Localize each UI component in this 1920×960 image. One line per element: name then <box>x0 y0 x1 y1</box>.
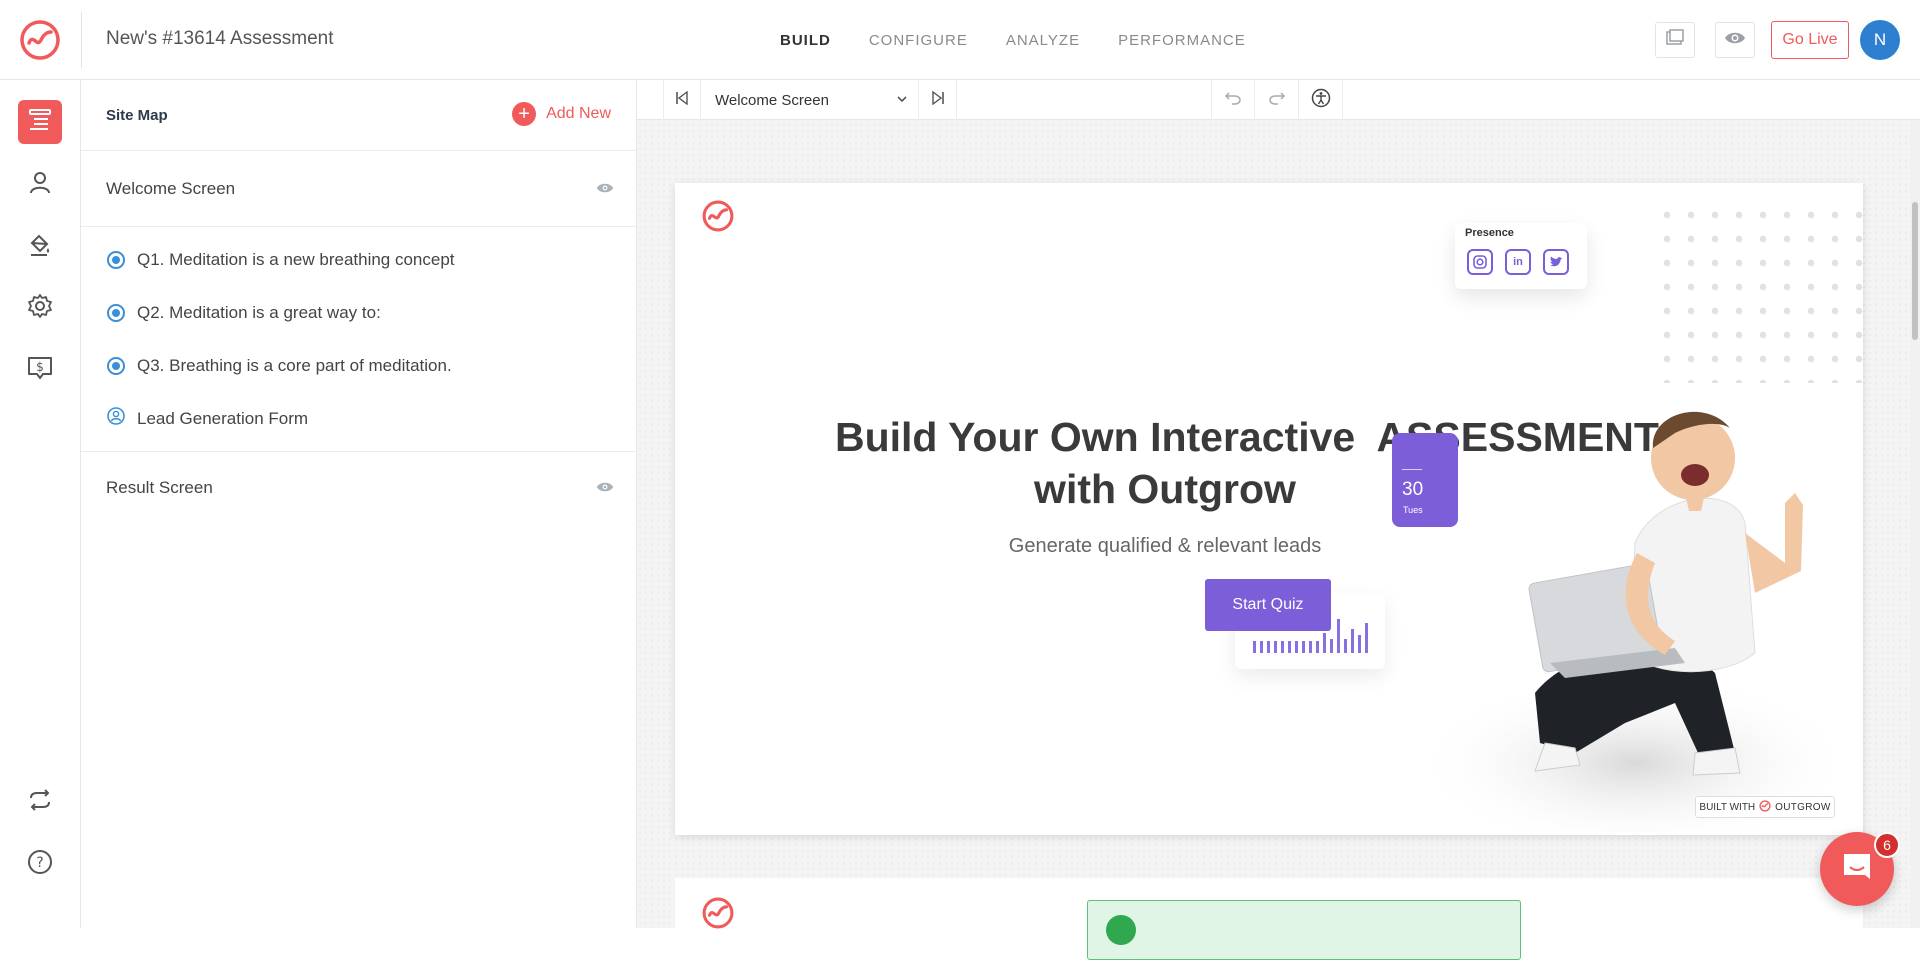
skip-forward-icon <box>931 90 945 110</box>
layout-toggle-button[interactable] <box>1655 22 1695 58</box>
eye-icon <box>1724 30 1746 51</box>
success-message-box <box>1087 900 1521 960</box>
sitemap-item-q2[interactable]: Q2. Meditation is a great way to: <box>81 286 636 339</box>
user-icon <box>27 169 53 200</box>
chat-icon <box>1840 851 1874 888</box>
sync-icon <box>27 787 53 818</box>
go-live-button[interactable]: Go Live <box>1771 21 1849 59</box>
add-new-label: Add New <box>546 105 611 122</box>
question-label: Q2. Meditation is a great way to: <box>137 302 381 322</box>
site-map-title: Site Map <box>106 107 168 124</box>
welcome-screen-preview[interactable]: Presence in Build Your Own Interactive A… <box>675 183 1863 835</box>
help-icon: ? <box>27 849 53 880</box>
paint-bucket-icon <box>27 231 53 262</box>
check-circle-icon <box>1106 915 1136 945</box>
sitemap-item-q3[interactable]: Q3. Breathing is a core part of meditati… <box>81 339 636 392</box>
calendar-divider <box>1402 469 1422 470</box>
pricing-icon: $ <box>27 355 53 386</box>
lead-form-label: Lead Generation Form <box>137 408 309 428</box>
eye-icon[interactable] <box>596 181 614 199</box>
presence-title: Presence <box>1465 227 1514 239</box>
plus-icon: + <box>512 102 537 126</box>
site-map-icon <box>27 107 53 138</box>
preview-subheadline: Generate qualified & relevant leads <box>1008 535 1322 557</box>
rail-help-button[interactable]: ? <box>18 842 62 886</box>
preview-button[interactable] <box>1715 22 1755 58</box>
calendar-day-name: Tues <box>1403 505 1423 515</box>
first-screen-button[interactable] <box>663 80 701 120</box>
built-with-outgrow-badge[interactable]: BUILT WITH OUTGROW <box>1695 796 1835 818</box>
start-quiz-button[interactable]: Start Quiz <box>1205 579 1331 631</box>
skip-back-icon <box>675 90 689 110</box>
accessibility-icon <box>1311 88 1331 113</box>
top-bar: New's #13614 Assessment BUILD CONFIGURE … <box>0 0 1920 80</box>
tab-analyze[interactable]: ANALYZE <box>1006 32 1080 49</box>
eye-icon[interactable] <box>596 480 614 498</box>
tab-performance[interactable]: PERFORMANCE <box>1118 32 1246 49</box>
user-avatar[interactable]: N <box>1860 20 1900 60</box>
calendar-card: 30 Tues <box>1392 433 1458 527</box>
tab-configure[interactable]: CONFIGURE <box>869 32 968 49</box>
instagram-icon <box>1467 249 1493 275</box>
builder-canvas: Welcome Screen Presence in Build Your Ow… <box>637 80 1920 960</box>
lead-form-user-icon <box>107 407 125 430</box>
chat-unread-badge: 6 <box>1874 832 1900 858</box>
outgrow-small-logo-icon <box>1759 799 1771 815</box>
svg-text:?: ? <box>36 855 43 871</box>
canvas-scroll-thumb[interactable] <box>1912 202 1918 340</box>
tab-build[interactable]: BUILD <box>780 32 831 49</box>
sitemap-item-welcome-screen[interactable]: Welcome Screen <box>81 151 636 227</box>
result-screen-label: Result Screen <box>106 478 213 497</box>
next-screen-preview[interactable] <box>675 878 1863 960</box>
sitemap-item-result-screen[interactable]: Result Screen <box>81 452 636 526</box>
radio-question-icon <box>107 250 125 269</box>
site-map-header: Site Map + Add New <box>81 80 636 151</box>
dot-pattern-decoration <box>1655 203 1863 383</box>
preview-logo <box>701 199 735 238</box>
redo-icon <box>1268 91 1286 110</box>
linkedin-icon: in <box>1505 249 1531 275</box>
redo-button[interactable] <box>1255 80 1299 120</box>
selected-screen-label: Welcome Screen <box>715 91 829 109</box>
canvas-scrollbar[interactable] <box>1910 120 1920 928</box>
sitemap-item-lead-form[interactable]: Lead Generation Form <box>81 392 636 445</box>
svg-text:$: $ <box>36 360 44 374</box>
rail-user-button[interactable] <box>18 162 62 206</box>
presence-card: Presence in <box>1455 223 1587 289</box>
question-list: Q1. Meditation is a new breathing concep… <box>81 227 636 452</box>
layout-icon <box>1665 28 1685 52</box>
header-divider <box>81 12 82 68</box>
main-nav: BUILD CONFIGURE ANALYZE PERFORMANCE <box>780 0 1246 80</box>
calendar-day-number: 30 <box>1402 479 1424 500</box>
question-label: Q1. Meditation is a new breathing concep… <box>137 249 455 269</box>
site-map-panel: Site Map + Add New Welcome Screen Q1. Me… <box>81 80 637 928</box>
rail-sync-button[interactable] <box>18 780 62 824</box>
twitter-icon <box>1543 249 1569 275</box>
rail-site-map-button[interactable] <box>18 100 62 144</box>
rail-pricing-button[interactable]: $ <box>18 348 62 392</box>
undo-icon <box>1224 91 1242 110</box>
accessibility-button[interactable] <box>1299 80 1343 120</box>
project-title[interactable]: New's #13614 Assessment <box>106 28 334 50</box>
radio-question-icon <box>107 356 125 375</box>
built-with-brand: OUTGROW <box>1775 801 1831 813</box>
preview2-logo <box>701 896 735 935</box>
welcome-screen-label: Welcome Screen <box>106 179 236 198</box>
rail-settings-button[interactable] <box>18 286 62 330</box>
radio-question-icon <box>107 303 125 322</box>
undo-button[interactable] <box>1211 80 1255 120</box>
add-new-button[interactable]: + Add New <box>512 102 611 126</box>
gear-icon <box>27 293 53 324</box>
chevron-down-icon <box>896 92 908 109</box>
built-with-label: BUILT WITH <box>1699 801 1756 813</box>
last-screen-button[interactable] <box>919 80 957 120</box>
rail-design-button[interactable] <box>18 224 62 268</box>
screen-selector[interactable]: Welcome Screen <box>701 80 919 120</box>
canvas-toolbar: Welcome Screen <box>637 80 1920 120</box>
sitemap-item-q1[interactable]: Q1. Meditation is a new breathing concep… <box>81 233 636 286</box>
question-label: Q3. Breathing is a core part of meditati… <box>137 355 452 375</box>
left-icon-rail: $ ? <box>0 80 81 928</box>
outgrow-logo[interactable] <box>18 18 62 62</box>
